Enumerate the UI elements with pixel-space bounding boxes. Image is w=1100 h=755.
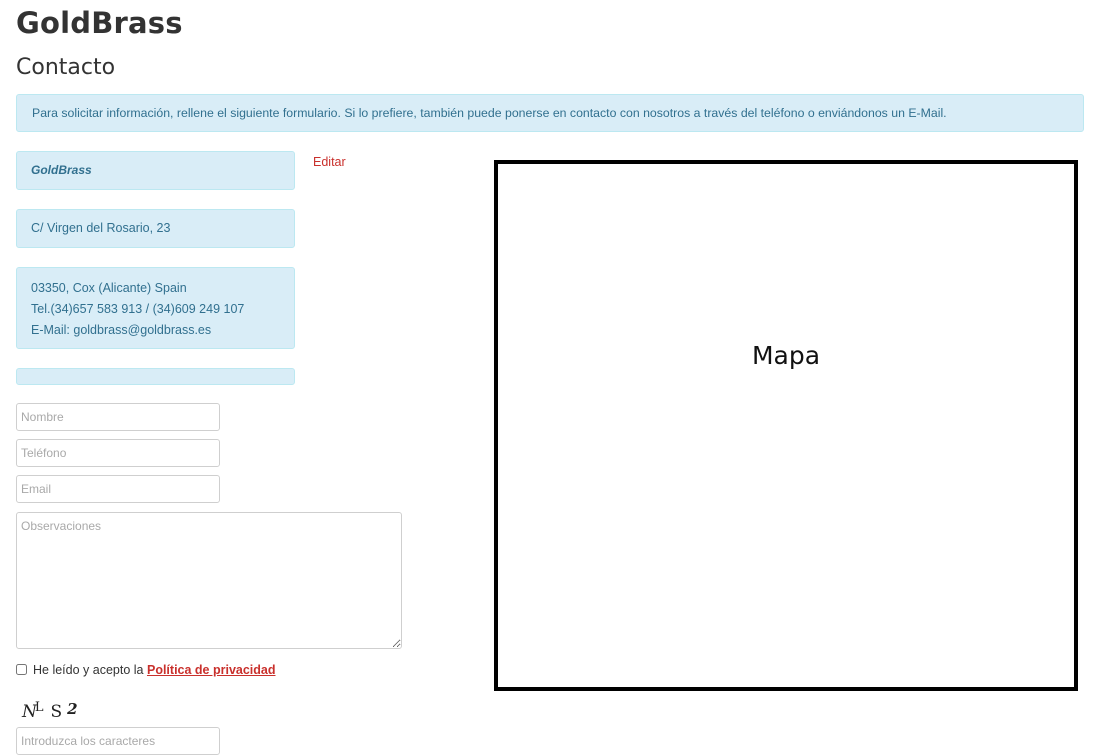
map-label: Mapa — [751, 341, 821, 370]
company-name-box: GoldBrass — [16, 151, 295, 190]
page-title: Contacto — [16, 55, 116, 80]
city-line: 03350, Cox (Alicante) Spain — [31, 281, 187, 295]
privacy-policy-link[interactable]: Política de privacidad — [147, 663, 276, 677]
site-title: GoldBrass — [16, 6, 183, 40]
captcha-input[interactable] — [16, 727, 220, 755]
privacy-checkbox[interactable] — [16, 664, 27, 675]
edit-link[interactable]: Editar — [313, 155, 346, 169]
captcha-image: NL S 2 — [22, 700, 79, 722]
privacy-consent: He leído y acepto la Política de privaci… — [16, 660, 276, 680]
consent-text: He leído y acepto la — [33, 663, 144, 677]
email-line: E-Mail: goldbrass@goldbrass.es — [31, 323, 212, 337]
captcha-char-3: S — [50, 702, 64, 722]
map-placeholder[interactable]: Mapa — [494, 160, 1078, 691]
phone-line: Tel.(34)657 583 913 / (34)609 249 107 — [31, 302, 245, 316]
name-input[interactable] — [16, 403, 220, 431]
email-input[interactable] — [16, 475, 220, 503]
phone-input[interactable] — [16, 439, 220, 467]
intro-alert: Para solicitar información, rellene el s… — [16, 94, 1084, 132]
notes-textarea[interactable] — [16, 512, 402, 649]
street-address-box: C/ Virgen del Rosario, 23 — [16, 209, 295, 248]
captcha-char-2: L — [34, 700, 45, 715]
empty-info-box — [16, 368, 295, 385]
captcha-char-4: 2 — [67, 700, 79, 718]
contact-details-box: 03350, Cox (Alicante) Spain Tel.(34)657 … — [16, 267, 295, 349]
